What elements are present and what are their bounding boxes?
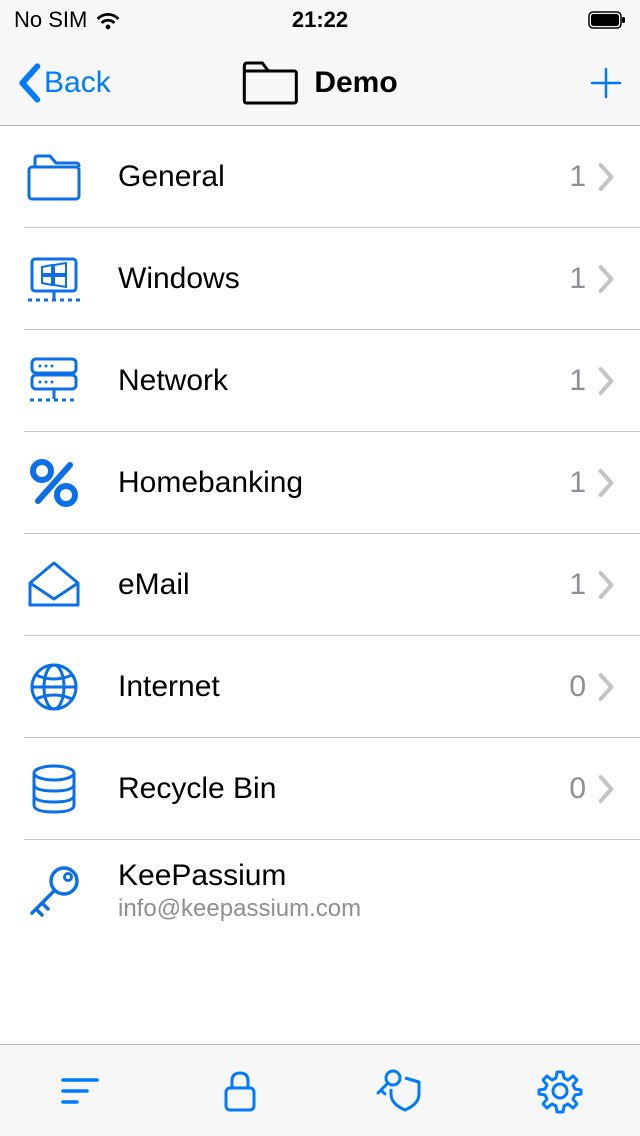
group-label: Homebanking: [118, 466, 569, 500]
chevron-right-icon: [596, 467, 616, 499]
group-row-recycle-bin[interactable]: Recycle Bin 0: [0, 738, 640, 840]
lock-icon: [215, 1066, 265, 1116]
group-count: 1: [569, 466, 586, 500]
nav-title-wrap: Demo: [242, 61, 397, 105]
group-count: 1: [569, 262, 586, 296]
group-label: Windows: [118, 262, 569, 296]
key-icon: [24, 861, 84, 921]
carrier-label: No SIM: [14, 7, 87, 33]
entry-row-keepassium[interactable]: KeePassium info@keepassium.com: [0, 840, 640, 942]
key-shield-icon: [375, 1066, 425, 1116]
back-label: Back: [44, 66, 111, 100]
status-time: 21:22: [174, 7, 466, 33]
status-right: [466, 11, 626, 29]
chevron-right-icon: [596, 773, 616, 805]
database-icon: [24, 759, 84, 819]
status-left: No SIM: [14, 7, 174, 33]
mail-icon: [24, 555, 84, 615]
chevron-right-icon: [596, 671, 616, 703]
plus-icon: [588, 65, 624, 101]
page-title: Demo: [314, 66, 397, 100]
entry-subtitle: info@keepassium.com: [118, 895, 616, 923]
battery-icon: [588, 11, 626, 29]
group-label: Recycle Bin: [118, 772, 569, 806]
bottom-toolbar: [0, 1044, 640, 1136]
wifi-icon: [95, 10, 121, 30]
passkey-button[interactable]: [368, 1059, 432, 1123]
group-row-windows[interactable]: Windows 1: [0, 228, 640, 330]
chevron-right-icon: [596, 263, 616, 295]
add-button[interactable]: [494, 63, 624, 103]
folder-icon: [24, 147, 84, 207]
group-row-network[interactable]: Network 1: [0, 330, 640, 432]
group-row-general[interactable]: General 1: [0, 126, 640, 228]
nav-bar: Back Demo: [0, 40, 640, 126]
group-row-email[interactable]: eMail 1: [0, 534, 640, 636]
chevron-right-icon: [596, 569, 616, 601]
group-count: 1: [569, 568, 586, 602]
group-list[interactable]: General 1 Windows 1: [0, 126, 640, 1044]
settings-button[interactable]: [528, 1059, 592, 1123]
monitor-icon: [24, 249, 84, 309]
group-label: Internet: [118, 670, 569, 704]
chevron-right-icon: [596, 161, 616, 193]
lock-button[interactable]: [208, 1059, 272, 1123]
globe-icon: [24, 657, 84, 717]
group-label: eMail: [118, 568, 569, 602]
folder-icon: [242, 61, 298, 105]
status-bar: No SIM 21:22: [0, 0, 640, 40]
group-count: 1: [569, 160, 586, 194]
group-label: Network: [118, 364, 569, 398]
chevron-right-icon: [596, 365, 616, 397]
server-icon: [24, 351, 84, 411]
group-count: 0: [569, 670, 586, 704]
percent-icon: [24, 453, 84, 513]
gear-icon: [535, 1066, 585, 1116]
group-row-homebanking[interactable]: Homebanking 1: [0, 432, 640, 534]
group-count: 0: [569, 772, 586, 806]
sort-icon: [55, 1066, 105, 1116]
group-count: 1: [569, 364, 586, 398]
back-button[interactable]: Back: [16, 63, 146, 103]
entry-title: KeePassium: [118, 859, 616, 893]
chevron-left-icon: [16, 63, 42, 103]
sort-button[interactable]: [48, 1059, 112, 1123]
group-row-internet[interactable]: Internet 0: [0, 636, 640, 738]
group-label: General: [118, 160, 569, 194]
